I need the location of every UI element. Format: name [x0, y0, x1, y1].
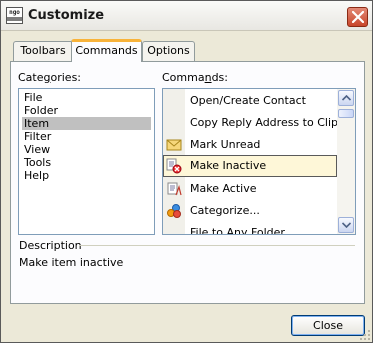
command-item-copy-reply-address[interactable]: Copy Reply Address to Clipboa [163, 112, 355, 134]
window-close-button[interactable] [347, 7, 368, 27]
scroll-down-button[interactable] [338, 217, 354, 233]
category-item-tools[interactable]: Tools [22, 156, 51, 169]
category-item-filter[interactable]: Filter [22, 130, 51, 143]
categories-label: Categories: [18, 71, 82, 84]
scroll-up-button[interactable] [338, 90, 354, 106]
app-icon: ngo [6, 7, 23, 24]
window-title: Customize [28, 8, 105, 23]
category-item-file[interactable]: File [22, 91, 42, 104]
commands-scrollbar[interactable] [337, 89, 355, 234]
resize-grip-icon[interactable] [359, 329, 371, 341]
command-item-make-active[interactable]: Make Active [163, 178, 337, 200]
command-label: Make Active [190, 182, 257, 195]
command-label: Mark Unread [190, 138, 261, 151]
commands-list[interactable]: Open/Create Contact Copy Reply Address t… [162, 88, 356, 235]
category-item-item[interactable]: Item [22, 117, 151, 130]
command-item-open-create-contact[interactable]: Open/Create Contact [163, 90, 337, 112]
command-label: Make Inactive [190, 159, 267, 172]
title-bar[interactable]: ngo Customize [1, 1, 372, 31]
commands-label: Commands: [162, 71, 228, 84]
close-button[interactable]: Close [291, 315, 365, 336]
tab-commands[interactable]: Commands [71, 39, 142, 62]
command-label: Open/Create Contact [190, 94, 306, 107]
close-icon [352, 11, 364, 23]
command-label: Copy Reply Address to Clipboa [190, 116, 356, 129]
tab-toolbars[interactable]: Toolbars [13, 41, 73, 61]
customize-dialog: ngo Customize Toolbars Commands Options … [0, 0, 373, 343]
command-item-categorize[interactable]: Categorize... [163, 200, 337, 222]
command-item-mark-unread[interactable]: Mark Unread [163, 134, 337, 156]
tab-options[interactable]: Options [142, 41, 195, 61]
description-divider [79, 245, 355, 246]
chevron-up-icon [342, 95, 351, 101]
description-label: Description [19, 239, 82, 252]
description-text: Make item inactive [19, 256, 124, 269]
command-item-make-inactive[interactable]: Make Inactive [163, 155, 337, 177]
chevron-down-icon [342, 222, 351, 228]
command-label: File to Any Folder [190, 226, 285, 235]
command-label: Categorize... [190, 204, 260, 217]
envelope-icon [166, 139, 182, 151]
scroll-thumb[interactable] [338, 109, 354, 118]
category-item-folder[interactable]: Folder [22, 104, 58, 117]
category-item-help[interactable]: Help [22, 169, 49, 182]
make-inactive-icon [166, 158, 182, 174]
category-item-view[interactable]: View [22, 143, 50, 156]
command-item-file-to-any-folder[interactable]: File to Any Folder [163, 222, 337, 235]
categories-list[interactable]: File Folder Item Filter View Tools Help [18, 88, 155, 235]
make-active-icon [167, 182, 182, 196]
categorize-icon [167, 204, 181, 218]
